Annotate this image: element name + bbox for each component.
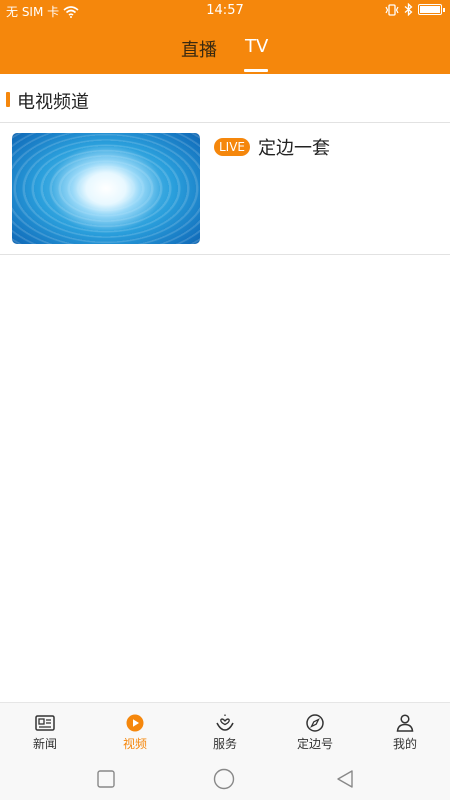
compass-icon [306, 714, 324, 732]
nav-label-me: 我的 [392, 737, 417, 751]
nav-item-video[interactable]: 视频 [90, 703, 180, 759]
live-badge: LIVE [214, 138, 251, 156]
bluetooth-icon [404, 3, 413, 16]
nav-item-dingbian-hao[interactable]: 定边号 [270, 703, 360, 759]
back-button[interactable] [334, 768, 356, 790]
nav-item-me[interactable]: 我的 [360, 703, 450, 759]
hand-heart-icon [216, 714, 234, 731]
home-button[interactable] [213, 768, 235, 790]
channel-name[interactable]: 定边一套 [258, 134, 330, 160]
section-title: 电视频道 [17, 92, 89, 113]
status-right [385, 3, 445, 16]
recent-apps-button[interactable] [95, 768, 117, 790]
nav-item-services[interactable]: 服务 [180, 703, 270, 759]
tab-tv[interactable]: TV [245, 36, 268, 57]
nav-label-news: 新闻 [32, 737, 57, 751]
bottom-nav: 新闻 视频 服务 定边号 我的 [0, 702, 450, 758]
channel-list-item[interactable]: LIVE 定边一套 [0, 124, 450, 255]
system-nav-bar [0, 758, 450, 800]
nav-label-video: 视频 [122, 737, 147, 751]
tab-live[interactable]: 直播 [181, 36, 217, 62]
person-icon [396, 714, 414, 732]
app-header: 无 SIM 卡 14:57 直播 TV [0, 0, 450, 74]
newspaper-icon [35, 715, 55, 731]
section-header: 电视频道 [0, 75, 450, 123]
nav-label-services: 服务 [212, 737, 237, 751]
status-time: 14:57 [206, 3, 244, 18]
nav-item-news[interactable]: 新闻 [0, 703, 90, 759]
nav-label-dingbian-hao: 定边号 [296, 737, 333, 751]
top-tabs: 直播 TV [0, 36, 450, 74]
active-tab-indicator [244, 69, 268, 72]
vibrate-icon [385, 3, 399, 16]
battery-icon [418, 4, 445, 15]
play-circle-icon [126, 714, 144, 732]
section-accent-bar [6, 92, 10, 107]
channel-thumbnail[interactable] [12, 133, 200, 244]
status-bar: 无 SIM 卡 14:57 [0, 0, 450, 22]
